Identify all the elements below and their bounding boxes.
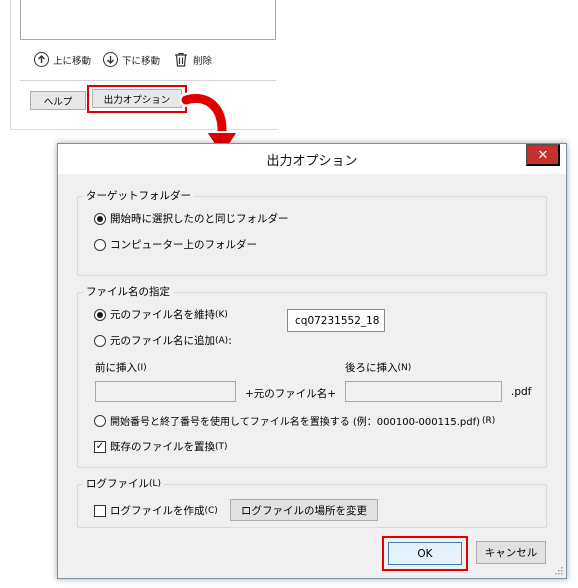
arrow-up-icon: [34, 52, 49, 67]
filename-preview: cq07231552_18: [287, 309, 385, 332]
dialog-titlebar: 出力オプション: [58, 144, 566, 174]
create-log-shortcut: (C): [204, 505, 218, 516]
radio-icon: [94, 334, 106, 347]
radio-selected-icon: [94, 212, 106, 225]
radio-selected-icon: [94, 308, 106, 321]
insert-after-heading: 後ろに挿入 (N): [345, 360, 411, 375]
insert-before-input[interactable]: [95, 381, 236, 402]
insert-before-heading: 前に挿入 (I): [95, 360, 147, 375]
same-folder-label: 開始時に選択したのと同じフォルダー: [110, 213, 289, 225]
overwrite-existing-label: 既存のファイルを置換: [110, 441, 215, 453]
move-down-button[interactable]: 下に移動: [103, 52, 160, 67]
create-log-label: ログファイルを作成: [110, 505, 205, 517]
insert-before-shortcut: (I): [137, 362, 147, 373]
radio-icon: [94, 414, 106, 427]
checkbox-icon: [94, 504, 106, 517]
dialog-title: 出力オプション: [266, 153, 358, 169]
target-folder-legend: ターゲットフォルダー: [83, 188, 194, 203]
change-log-location-button[interactable]: ログファイルの場所を変更: [230, 499, 378, 521]
radio-icon: [94, 238, 106, 251]
replace-numbers-radio[interactable]: 開始番号と終了番号を使用してファイル名を置換する (例：000100-00011…: [94, 413, 495, 428]
replace-numbers-label: 開始番号と終了番号を使用してファイル名を置換する (例：000100-00011…: [110, 417, 481, 428]
insert-after-label: 後ろに挿入: [345, 362, 398, 374]
overwrite-existing-shortcut: (T): [215, 441, 228, 452]
log-file-legend-text: ログファイル: [86, 478, 149, 490]
append-original-shortcut: (A): [215, 335, 229, 346]
append-original-radio[interactable]: 元のファイル名に追加 (A) :: [94, 333, 232, 348]
output-options-dialog: 出力オプション ✕ ターゲットフォルダー 開始時に選択したのと同じフォルダー コ…: [57, 143, 567, 579]
arrow-down-icon: [103, 52, 118, 67]
ok-button[interactable]: OK: [388, 542, 462, 565]
close-icon: ✕: [537, 147, 549, 163]
trash-icon: [175, 52, 187, 67]
append-original-suffix: :: [228, 334, 232, 347]
move-up-button[interactable]: 上に移動: [34, 52, 91, 67]
cancel-button[interactable]: キャンセル: [476, 541, 546, 564]
target-folder-group: [77, 196, 547, 276]
extension-label: .pdf: [511, 386, 532, 398]
log-file-legend: ログファイル (L): [83, 476, 165, 491]
delete-label: 削除: [193, 55, 213, 67]
same-folder-radio[interactable]: 開始時に選択したのと同じフォルダー: [94, 211, 289, 226]
file-list[interactable]: [20, 0, 276, 40]
computer-folder-label: コンピューター上のフォルダー: [110, 239, 257, 251]
keep-original-shortcut: (K): [215, 309, 228, 320]
file-naming-legend: ファイル名の指定: [83, 284, 173, 299]
checkmark-icon: ✓: [94, 440, 106, 453]
divider: [20, 80, 276, 81]
delete-button[interactable]: 削除: [174, 52, 212, 67]
output-options-button[interactable]: 出力オプション: [92, 89, 182, 108]
keep-original-radio[interactable]: 元のファイル名を維持 (K): [94, 307, 228, 322]
log-file-legend-shortcut: (L): [149, 478, 162, 489]
close-button[interactable]: ✕: [526, 144, 560, 166]
help-button[interactable]: ヘルプ: [30, 91, 86, 110]
resize-grip-icon[interactable]: [554, 566, 563, 575]
overwrite-existing-checkbox[interactable]: ✓ 既存のファイルを置換 (T): [94, 439, 228, 454]
append-original-label: 元のファイル名に追加: [110, 335, 215, 347]
move-up-label: 上に移動: [53, 55, 92, 67]
plus-original-label: +元のファイル名+: [245, 388, 337, 400]
insert-after-input[interactable]: [345, 381, 502, 402]
insert-after-shortcut: (N): [397, 362, 412, 373]
computer-folder-radio[interactable]: コンピューター上のフォルダー: [94, 237, 257, 252]
insert-before-label: 前に挿入: [95, 362, 137, 374]
create-log-checkbox[interactable]: ログファイルを作成 (C): [94, 503, 218, 518]
keep-original-label: 元のファイル名を維持: [110, 309, 215, 321]
move-down-label: 下に移動: [122, 55, 161, 67]
replace-numbers-shortcut: (R): [482, 415, 496, 426]
